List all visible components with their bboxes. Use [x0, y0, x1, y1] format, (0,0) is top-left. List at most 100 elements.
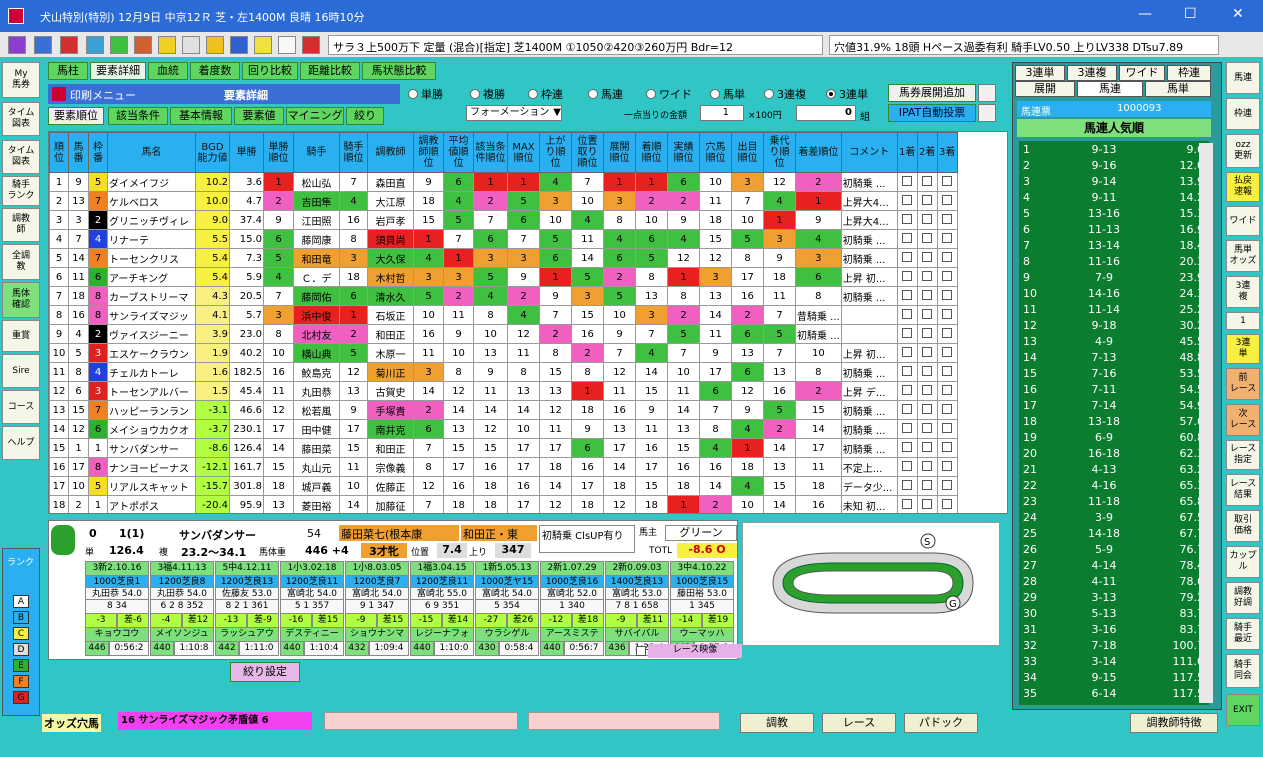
- place-checkbox-1[interactable]: [902, 422, 913, 433]
- table-row[interactable]: 2 13 7 ケルベロス 10.0 4.7 2 吉田隼 4 大江原 18 4 2 5 3 10 3 2 2 11 7 4 1…: [49, 191, 958, 211]
- place-checkbox-1[interactable]: [902, 251, 913, 262]
- face-icon[interactable]: [254, 36, 272, 54]
- left-nav-item-8[interactable]: Sire: [2, 354, 40, 388]
- right-nav-item-12[interactable]: レース 結果: [1226, 474, 1260, 506]
- bet-radio-2[interactable]: 枠連: [528, 86, 563, 102]
- rtab-exacta[interactable]: 馬単: [1145, 81, 1211, 97]
- check-cell[interactable]: [896, 324, 918, 344]
- paddock-button[interactable]: パドック: [904, 713, 978, 733]
- clock-icon[interactable]: [278, 36, 296, 54]
- print-menu[interactable]: 印刷メニュー: [70, 87, 136, 103]
- rtab-bracket[interactable]: 枠連: [1167, 65, 1211, 81]
- place-checkbox-2[interactable]: [922, 175, 933, 186]
- tab-element-detail[interactable]: 要素詳細: [90, 62, 146, 80]
- table-row[interactable]: 16 17 8 ナンヨービーナス -12.1 161.7 15 丸山元 11 宗像義 8 17 16 17…: [49, 457, 958, 477]
- print-icon[interactable]: [52, 87, 66, 101]
- ipat-button[interactable]: IPAT自動投票: [888, 104, 976, 122]
- check-cell[interactable]: [896, 210, 918, 230]
- col-header-25[interactable]: 2着: [916, 132, 938, 173]
- place-checkbox-1[interactable]: [902, 346, 913, 357]
- odds-row[interactable]: 26 5-9 76.7: [1019, 543, 1207, 559]
- check-cell[interactable]: [936, 267, 958, 287]
- odds-row[interactable]: 18 13-18 57.6: [1019, 415, 1207, 431]
- check-cell[interactable]: [916, 229, 938, 249]
- table-row[interactable]: 11 8 4 チェルカトーレ 1.6 182.5 16 鮫島克 12 菊川正 3 8 9 8 15 8 12 14…: [49, 362, 958, 382]
- odds-row[interactable]: 35 6-14 117.5: [1019, 687, 1207, 703]
- right-nav-item-18[interactable]: EXIT: [1226, 694, 1260, 726]
- place-checkbox-3[interactable]: [942, 289, 953, 300]
- place-checkbox-3[interactable]: [942, 194, 953, 205]
- check-cell[interactable]: [916, 248, 938, 268]
- right-nav-item-15[interactable]: 調教 好調: [1226, 582, 1260, 614]
- table-row[interactable]: 5 14 7 トーセンクリス 5.4 7.3 5 和田竜 3 大久保 4 1 3 3 6 14 6 5 12 12 8 9…: [49, 248, 958, 268]
- col-header-9[interactable]: 調教師: [367, 132, 414, 173]
- table-row[interactable]: 9 4 2 ヴァイスジーニー 3.9 23.0 8 北村友 2 和田正 16 9 10 12 2 16 9 7 5 1…: [49, 324, 958, 344]
- place-checkbox-1[interactable]: [902, 289, 913, 300]
- left-nav-item-6[interactable]: 馬体 確認: [2, 282, 40, 318]
- check-cell[interactable]: [916, 400, 938, 420]
- check-cell[interactable]: [916, 210, 938, 230]
- right-nav-item-7[interactable]: 1: [1226, 312, 1260, 330]
- minimize-button[interactable]: —: [1138, 6, 1152, 22]
- place-checkbox-2[interactable]: [922, 441, 933, 452]
- col-header-22[interactable]: 着差順位: [795, 132, 842, 173]
- place-checkbox-3[interactable]: [942, 232, 953, 243]
- place-checkbox-2[interactable]: [922, 365, 933, 376]
- tab-umabashira[interactable]: 馬柱: [48, 62, 88, 80]
- odds-row[interactable]: 16 7-11 54.5: [1019, 383, 1207, 399]
- left-nav-item-2[interactable]: タイム 図表: [2, 140, 40, 174]
- table-row[interactable]: 10 5 3 エスケークラウン 1.9 40.2 10 横山典 5 木原一 11 10 13 11 8 2 7 4…: [49, 343, 958, 363]
- tab-bloodline[interactable]: 血統: [148, 62, 188, 80]
- place-checkbox-2[interactable]: [922, 498, 933, 509]
- bet-radio-7[interactable]: 3連単: [826, 86, 868, 102]
- tab-turn-compare[interactable]: 回り比較: [242, 62, 298, 80]
- col-header-6[interactable]: 単勝順位: [263, 132, 294, 173]
- left-nav-item-4[interactable]: 調教 師: [2, 208, 40, 242]
- check-cell[interactable]: [936, 229, 958, 249]
- odds-row[interactable]: 15 7-16 53.5: [1019, 367, 1207, 383]
- table-row[interactable]: 15 1 1 サンバダンサー -8.6 126.4 14 藤田菜 15 和田正 7 15 15 17 17 6…: [49, 438, 958, 458]
- bolt-icon[interactable]: [230, 36, 248, 54]
- place-checkbox-1[interactable]: [902, 175, 913, 186]
- check-cell[interactable]: [896, 438, 918, 458]
- place-checkbox-1[interactable]: [902, 232, 913, 243]
- check-cell[interactable]: [916, 362, 938, 382]
- odds-row[interactable]: 8 11-16 20.3: [1019, 255, 1207, 271]
- check-cell[interactable]: [896, 172, 918, 192]
- rank-D[interactable]: D: [13, 643, 29, 656]
- rank-A[interactable]: A: [13, 595, 29, 608]
- check-cell[interactable]: [896, 400, 918, 420]
- check-cell[interactable]: [936, 324, 958, 344]
- table-row[interactable]: 3 3 2 グリニッチヴィレ 9.0 37.4 9 江田照 16 岩戸孝 15 5 7 6 10 4 8 10 9 1…: [49, 210, 958, 230]
- odds-row[interactable]: 24 3-9 67.5: [1019, 511, 1207, 527]
- place-checkbox-2[interactable]: [922, 327, 933, 338]
- place-checkbox-3[interactable]: [942, 251, 953, 262]
- rank-B[interactable]: B: [13, 611, 29, 624]
- col-header-19[interactable]: 穴馬順位: [699, 132, 732, 173]
- sort-element-rank[interactable]: 要素順位: [48, 107, 104, 125]
- check-cell[interactable]: [896, 476, 918, 496]
- table-row[interactable]: 17 10 5 リアルスキャット -15.7 301.8 18 城戸義 10 佐藤正 12 16 18 1…: [49, 476, 958, 496]
- odds-row[interactable]: 32 7-18 100.7: [1019, 639, 1207, 655]
- hp-icon[interactable]: [302, 36, 320, 54]
- place-checkbox-2[interactable]: [922, 346, 933, 357]
- ipat-extra[interactable]: [978, 104, 996, 122]
- place-checkbox-3[interactable]: [942, 384, 953, 395]
- check-cell[interactable]: [916, 457, 938, 477]
- left-nav-item-5[interactable]: 全調 教: [2, 244, 40, 280]
- check-cell[interactable]: [916, 495, 938, 513]
- col-header-15[interactable]: 位置取り順位: [571, 132, 604, 173]
- table-row[interactable]: 13 15 7 ハッピーランラン -3.1 46.6 12 松若風 9 手塚貴 2 14 14 14 12 1…: [49, 400, 958, 420]
- table-row[interactable]: 12 6 3 トーセンアルバー 1.5 45.4 11 丸田恭 13 古賀史 14 12 11 13 13 1…: [49, 381, 958, 401]
- col-header-26[interactable]: 3着: [936, 132, 958, 173]
- add-bet-extra[interactable]: [978, 84, 996, 102]
- check-cell[interactable]: [916, 267, 938, 287]
- odds-row[interactable]: 22 4-16 65.3: [1019, 479, 1207, 495]
- table-row[interactable]: 7 18 8 カーブストリーマ 4.3 20.5 7 藤岡佑 6 清水久 5 2 4 2 9 3 5 13 8 13 1…: [49, 286, 958, 306]
- col-header-0[interactable]: 順位: [49, 132, 69, 173]
- check-cell[interactable]: [916, 476, 938, 496]
- check-cell[interactable]: [896, 248, 918, 268]
- right-nav-item-6[interactable]: 3連 複: [1226, 276, 1260, 308]
- place-checkbox-1[interactable]: [902, 365, 913, 376]
- odds-row[interactable]: 7 13-14 18.4: [1019, 239, 1207, 255]
